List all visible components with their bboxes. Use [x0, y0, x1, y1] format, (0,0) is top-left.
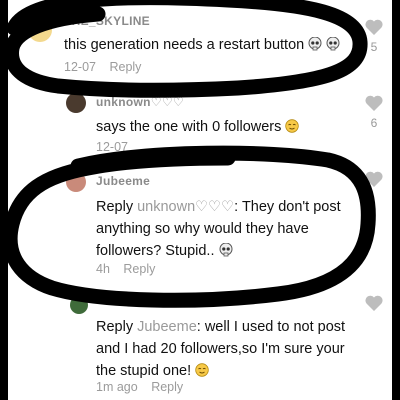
comment-time: 4h — [96, 262, 110, 276]
mention-link[interactable]: Jubeeme — [137, 319, 197, 335]
heart-icon[interactable] — [364, 170, 384, 188]
like-count: 5 — [370, 40, 378, 54]
reply-button[interactable]: Reply — [109, 60, 141, 74]
relieved-face-emoji — [195, 363, 209, 377]
heart-icon[interactable] — [364, 94, 384, 112]
comment-item: Reply Jubeeme: well I used to not post a… — [8, 290, 392, 400]
comment-text: says the one with 0 followers — [96, 116, 356, 138]
skull-emoji — [308, 37, 322, 51]
avatar[interactable] — [66, 172, 86, 192]
comment-item: unknown♡♡♡ says the one with 0 followers… — [8, 90, 392, 160]
like-count: 6 — [370, 116, 378, 130]
comment-username[interactable]: unknown♡♡♡ — [96, 95, 184, 109]
skull-emoji — [219, 243, 233, 257]
relieved-face-emoji — [285, 119, 300, 133]
comment-item: THE_SKYLINE this generation needs a rest… — [8, 0, 392, 90]
comment-username[interactable]: Jubeeme — [96, 174, 150, 188]
comment-time: 12-07 — [64, 60, 96, 74]
skull-emoji — [326, 37, 340, 51]
mention-link[interactable]: unknown♡♡♡ — [137, 199, 234, 215]
comment-time: 1m ago — [96, 380, 138, 394]
reply-button[interactable]: Reply — [123, 262, 155, 276]
reply-prefix: Reply — [96, 319, 134, 335]
comment-text: Reply unknown♡♡♡: They don't post anythi… — [96, 199, 341, 259]
heart-icon[interactable] — [364, 18, 384, 36]
reply-button[interactable]: Reply — [151, 380, 183, 394]
comment-thread: THE_SKYLINE this generation needs a rest… — [8, 0, 392, 400]
heart-icon[interactable] — [364, 294, 384, 312]
avatar[interactable] — [66, 93, 86, 113]
comment-time: 12-07 — [96, 140, 128, 154]
avatar[interactable] — [70, 296, 88, 314]
comment-username[interactable]: THE_SKYLINE — [64, 14, 150, 28]
comment-text: this generation needs a restart button — [64, 34, 354, 56]
comment-meta: 12-07 Reply — [64, 60, 141, 74]
avatar[interactable] — [28, 18, 52, 42]
comment-item: Jubeeme Reply unknown♡♡♡: They don't pos… — [8, 162, 392, 290]
comment-meta: 4h Reply — [96, 262, 155, 276]
reply-prefix: Reply — [96, 199, 134, 215]
comment-meta: 1m ago Reply — [96, 380, 183, 394]
comment-meta: 12-07 — [96, 140, 128, 154]
comment-text: Reply Jubeeme: well I used to not post a… — [96, 319, 346, 379]
